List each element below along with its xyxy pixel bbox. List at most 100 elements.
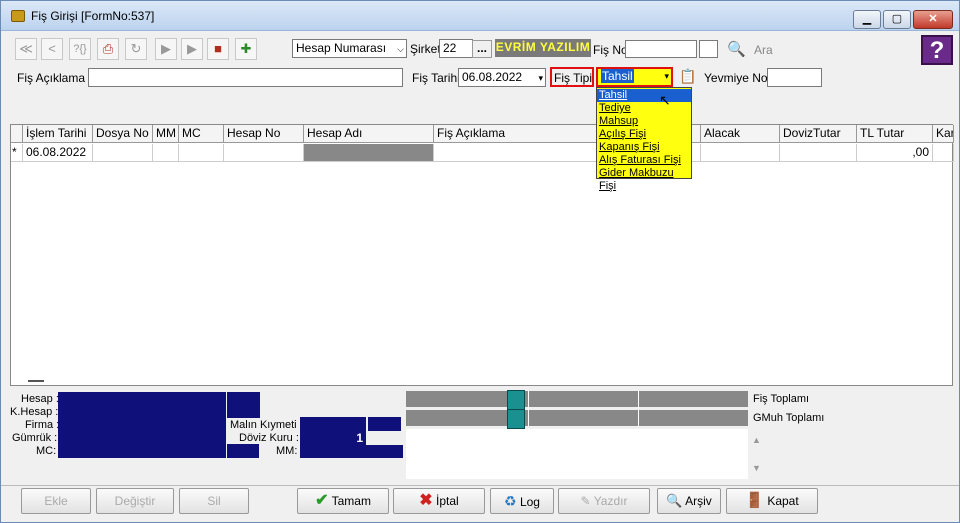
door-exit-icon: 🚪 bbox=[745, 492, 764, 509]
fis-no-extra-input[interactable] bbox=[699, 40, 718, 58]
col-tl-tutar[interactable]: TL Tutar bbox=[857, 125, 933, 143]
gmuh-toplami-label: GMuh Toplamı bbox=[753, 412, 825, 424]
print-icon: ✎ bbox=[580, 494, 591, 508]
col-kar[interactable]: Kar bbox=[933, 125, 954, 143]
log-memo[interactable] bbox=[406, 429, 748, 479]
tamam-label: Tamam bbox=[331, 494, 371, 508]
ekle-button[interactable]: Ekle bbox=[21, 488, 91, 514]
yazdir-label: Yazdır bbox=[593, 494, 628, 508]
scroll-down-icon[interactable]: ▼ bbox=[752, 463, 761, 473]
cell-doviz-tutar[interactable] bbox=[780, 144, 857, 162]
col-mc[interactable]: MC bbox=[179, 125, 224, 143]
entries-grid[interactable]: İşlem Tarihi Dosya No MM MC Hesap No Hes… bbox=[10, 124, 954, 386]
malin-kiymeti-value bbox=[300, 417, 366, 431]
degistir-button[interactable]: Değiştir bbox=[96, 488, 174, 514]
col-doviz-tutar[interactable]: DovizTutar bbox=[780, 125, 857, 143]
cell-tl-tutar[interactable]: ,00 bbox=[857, 144, 933, 162]
fis-tarihi-value: 06.08.2022 bbox=[462, 70, 523, 84]
fis-tipi-dropdown[interactable]: Tahsil Tediye Mahsup Açılış Fişi Kapanış… bbox=[596, 87, 692, 192]
fis-tarihi-input[interactable]: 06.08.2022 ▾ bbox=[458, 68, 546, 87]
khesap-label: K.Hesap : bbox=[10, 406, 59, 418]
col-islem-tarihi[interactable]: İşlem Tarihi bbox=[23, 125, 93, 143]
malin-kiymeti-label: Malın Kıymeti : bbox=[230, 419, 303, 431]
sirket-input[interactable]: 22 bbox=[439, 39, 473, 58]
refresh-icon[interactable]: ↻ bbox=[125, 38, 147, 60]
app-icon bbox=[11, 10, 25, 22]
total-divider bbox=[638, 391, 639, 426]
cell-mc[interactable] bbox=[179, 144, 224, 162]
col-alacak[interactable]: Alacak bbox=[701, 125, 780, 143]
iptal-label: İptal bbox=[436, 494, 459, 508]
info-icon[interactable]: ?{} bbox=[69, 38, 91, 60]
arsiv-button[interactable]: 🔍 Arşiv bbox=[657, 488, 721, 514]
hesap-label: Hesap : bbox=[21, 393, 59, 405]
minimize-button[interactable]: ▁ bbox=[853, 10, 881, 29]
print-preview-icon[interactable]: ⎙ bbox=[97, 38, 119, 60]
window-title: Fiş Girişi [FormNo:537] bbox=[31, 9, 155, 23]
next-record-icon[interactable]: ▶ bbox=[155, 38, 177, 60]
splitter-handle[interactable] bbox=[28, 380, 44, 382]
yevmiye-icon[interactable]: 📋 bbox=[679, 68, 696, 85]
fis-tipi-option-gider-makbuzu[interactable]: Gider Makbuzu Fişi bbox=[597, 167, 691, 192]
firma-label: Firma : bbox=[25, 419, 60, 431]
fis-no-label: Fiş No bbox=[593, 43, 628, 57]
chevron-down-icon: ▾ bbox=[664, 71, 669, 81]
fis-aciklama-input[interactable] bbox=[88, 68, 403, 87]
kapat-button[interactable]: 🚪 Kapat bbox=[726, 488, 818, 514]
fis-tipi-option-tediye[interactable]: Tediye bbox=[597, 102, 691, 115]
calculator-icon[interactable] bbox=[507, 409, 525, 429]
fis-tipi-option-mahsup[interactable]: Mahsup bbox=[597, 115, 691, 128]
first-record-icon[interactable]: ≪ bbox=[15, 38, 37, 60]
col-hesap-no[interactable]: Hesap No bbox=[224, 125, 304, 143]
close-button[interactable]: ✕ bbox=[913, 10, 953, 29]
scroll-up-icon[interactable]: ▲ bbox=[752, 435, 761, 445]
maximize-button[interactable]: ▢ bbox=[883, 10, 911, 29]
fis-tipi-option-tahsil[interactable]: Tahsil bbox=[597, 89, 691, 102]
fis-tipi-select[interactable]: Tahsil ▾ bbox=[598, 69, 671, 85]
cell-hesap-no[interactable] bbox=[224, 144, 304, 162]
add-record-icon[interactable]: ✚ bbox=[235, 38, 257, 60]
cell-alacak[interactable] bbox=[701, 144, 780, 162]
yazdir-button[interactable]: ✎ Yazdır bbox=[558, 488, 650, 514]
cell-islem-tarihi[interactable]: 06.08.2022 bbox=[23, 144, 93, 162]
checkmark-icon: ✔ bbox=[315, 492, 329, 509]
malin-kiymeti-extra bbox=[368, 417, 401, 431]
title-bar: Fiş Girişi [FormNo:537] ▁ ▢ ✕ bbox=[1, 1, 959, 31]
fis-tipi-option-acilis[interactable]: Açılış Fişi bbox=[597, 128, 691, 141]
doviz-kuru-value: 1 bbox=[300, 431, 366, 445]
fis-toplami-label: Fiş Toplamı bbox=[753, 393, 810, 405]
cell-mm[interactable] bbox=[153, 144, 179, 162]
log-button[interactable]: ♻ Log bbox=[490, 488, 554, 514]
last-record-icon[interactable]: ▶ bbox=[181, 38, 203, 60]
calculator-icon[interactable] bbox=[507, 390, 525, 410]
chevron-down-icon: ▾ bbox=[538, 73, 543, 83]
sil-button[interactable]: Sil bbox=[179, 488, 249, 514]
fis-tipi-option-alis-faturasi[interactable]: Alış Faturası Fişi bbox=[597, 154, 691, 167]
help-button[interactable]: ? bbox=[921, 35, 953, 65]
col-hesap-adi[interactable]: Hesap Adı bbox=[304, 125, 434, 143]
col-dosya-no[interactable]: Dosya No bbox=[93, 125, 153, 143]
fis-no-input[interactable] bbox=[625, 40, 697, 58]
yevmiye-input[interactable] bbox=[767, 68, 822, 87]
log-icon: ♻ bbox=[504, 493, 517, 509]
search-type-select[interactable]: Hesap Numarası ⌵ bbox=[292, 39, 407, 58]
fis-tarihi-label: Fiş Tarihi bbox=[412, 71, 460, 85]
fis-aciklama-label: Fiş Açıklama : bbox=[17, 71, 92, 85]
cell-dosya-no[interactable] bbox=[93, 144, 153, 162]
delete-record-icon[interactable]: ■ bbox=[207, 38, 229, 60]
tamam-button[interactable]: ✔ Tamam bbox=[297, 488, 389, 514]
sirket-browse-button[interactable]: ... bbox=[472, 40, 492, 58]
previous-record-icon[interactable]: < bbox=[41, 38, 63, 60]
iptal-button[interactable]: ✖ İptal bbox=[393, 488, 485, 514]
mm-label: MM: bbox=[276, 445, 298, 457]
gumruk-label: Gümrük : bbox=[12, 432, 58, 444]
cell-kar[interactable] bbox=[933, 144, 954, 162]
fis-tipi-label: Fiş Tipi bbox=[554, 71, 593, 85]
col-mm[interactable]: MM bbox=[153, 125, 179, 143]
search-icon[interactable]: 🔍 bbox=[727, 40, 746, 58]
fis-girisi-window: Fiş Girişi [FormNo:537] ▁ ▢ ✕ ≪ < ?{} ⎙ … bbox=[0, 0, 960, 523]
fis-tipi-option-kapanis[interactable]: Kapanış Fişi bbox=[597, 141, 691, 154]
yevmiye-label: Yevmiye No bbox=[704, 71, 768, 85]
archive-icon: 🔍 bbox=[666, 493, 683, 508]
ara-button[interactable]: Ara bbox=[754, 43, 773, 57]
